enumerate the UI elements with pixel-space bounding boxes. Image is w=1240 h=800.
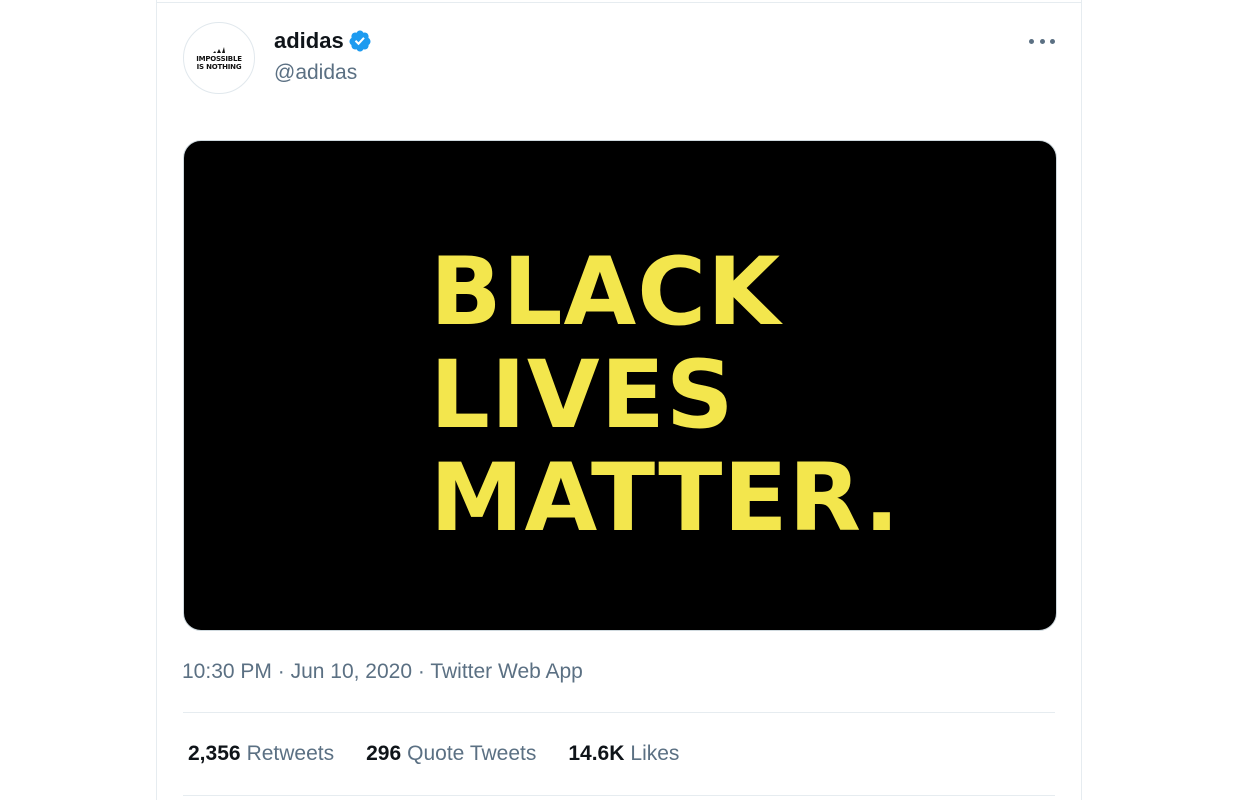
adidas-logo-icon bbox=[213, 46, 225, 53]
media-line: BLACK bbox=[430, 238, 782, 347]
tweet-stats: 2,356 Retweets 296 Quote Tweets 14.6K Likes bbox=[188, 742, 711, 766]
retweets-label: Retweets bbox=[246, 742, 335, 765]
tweet-source[interactable]: Twitter Web App bbox=[430, 660, 583, 683]
author-display-name[interactable]: adidas bbox=[274, 28, 344, 54]
quote-tweets-count: 296 bbox=[366, 742, 402, 765]
tweet-date[interactable]: Jun 10, 2020 bbox=[291, 660, 412, 683]
tweet-card: IMPOSSIBLE IS NOTHING adidas @adidas BLA… bbox=[156, 0, 1082, 800]
media-line: MATTER. bbox=[430, 444, 901, 553]
separator: · bbox=[277, 660, 285, 683]
page: IMPOSSIBLE IS NOTHING adidas @adidas BLA… bbox=[0, 0, 1240, 800]
avatar[interactable]: IMPOSSIBLE IS NOTHING bbox=[183, 22, 255, 94]
divider bbox=[183, 712, 1055, 713]
quote-tweets-label: Quote Tweets bbox=[407, 742, 537, 765]
author-name-row: adidas bbox=[274, 28, 372, 54]
likes-label: Likes bbox=[630, 742, 680, 765]
quote-tweets-stat[interactable]: 296 Quote Tweets bbox=[366, 742, 536, 766]
retweets-count: 2,356 bbox=[188, 742, 241, 765]
author-handle[interactable]: @adidas bbox=[274, 61, 357, 85]
divider bbox=[183, 795, 1055, 796]
top-divider bbox=[157, 2, 1081, 3]
tweet-time[interactable]: 10:30 PM bbox=[182, 660, 272, 683]
verified-badge-icon bbox=[349, 30, 371, 52]
more-dot bbox=[1039, 38, 1045, 44]
media-line: LIVES bbox=[430, 341, 735, 450]
more-dot bbox=[1029, 38, 1034, 44]
media-text: BLACK LIVES MATTER. bbox=[430, 241, 900, 550]
retweets-stat[interactable]: 2,356 Retweets bbox=[188, 742, 334, 766]
tweet-media-image[interactable]: BLACK LIVES MATTER. bbox=[183, 140, 1057, 631]
likes-stat[interactable]: 14.6K Likes bbox=[568, 742, 679, 766]
separator: · bbox=[417, 660, 425, 683]
likes-count: 14.6K bbox=[568, 742, 625, 765]
avatar-text: IMPOSSIBLE IS NOTHING bbox=[196, 54, 242, 71]
tweet-metadata: 10:30 PM · Jun 10, 2020 · Twitter Web Ap… bbox=[182, 660, 583, 684]
more-dot bbox=[1050, 38, 1055, 44]
more-horizontal-icon[interactable] bbox=[1029, 30, 1055, 52]
